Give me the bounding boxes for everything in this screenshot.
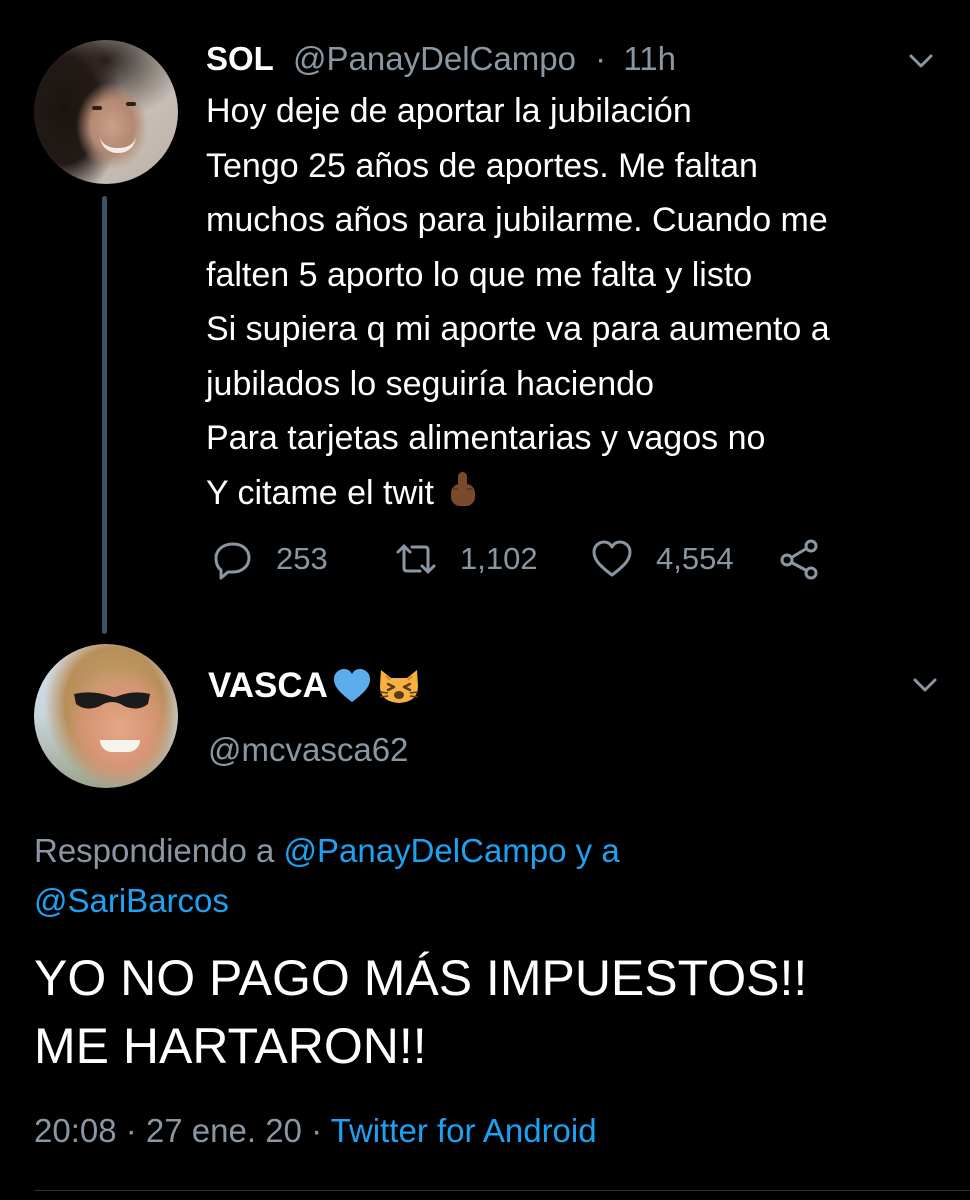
- tweet-date[interactable]: 27 ene. 20: [146, 1112, 302, 1149]
- weary-cat-icon: [376, 666, 422, 706]
- share-action[interactable]: [778, 535, 822, 583]
- replying-prefix: Respondiendo a: [34, 832, 284, 869]
- avatar-detail: [74, 692, 150, 709]
- retweet-icon: [394, 538, 438, 580]
- parent-tweet-header: SOL @PanayDelCampo · 11h: [206, 38, 676, 80]
- tweet-line: muchos años para jubilarme. Cuando me: [206, 201, 828, 239]
- retweet-action[interactable]: 1,102: [394, 535, 538, 583]
- parent-tweet-text: Hoy deje de aportar la jubilación Tengo …: [206, 84, 956, 526]
- meta-separator: ·: [301, 1112, 331, 1149]
- reply-display-name[interactable]: VASCA: [208, 664, 328, 708]
- chevron-down-icon[interactable]: [910, 670, 940, 700]
- replying-join: y a: [566, 832, 620, 869]
- tweet-line: Tengo 25 años de aportes. Me faltan: [206, 146, 758, 185]
- reply-tweet-text: YO NO PAGO MÁS IMPUESTOS!! ME HARTARON!!: [34, 944, 954, 1080]
- tweet-line: falten 5 aporto lo que me falta y listo: [206, 255, 753, 294]
- avatar-detail: [126, 102, 136, 106]
- blue-heart-icon: [332, 667, 372, 705]
- avatar-detail: [100, 136, 136, 153]
- reply-action[interactable]: 253: [212, 535, 328, 583]
- replying-user-link[interactable]: @PanayDelCampo: [284, 832, 567, 869]
- tweet-line: YO NO PAGO MÁS IMPUESTOS!!: [34, 950, 808, 1006]
- reply-handle[interactable]: @mcvasca62: [208, 728, 408, 772]
- tweet-line: Si supiera q mi aporte va para aumento a: [206, 310, 830, 348]
- tweet-line-text: Y citame el twit: [206, 473, 435, 512]
- divider: [34, 1190, 970, 1191]
- like-count: 4,554: [656, 541, 734, 576]
- replying-to: Respondiendo a @PanayDelCampo y a @SariB…: [34, 826, 954, 926]
- avatar-detail: [92, 106, 102, 110]
- tweet-line-last: Y citame el twit: [206, 466, 956, 527]
- reply-icon: [212, 538, 254, 580]
- chevron-down-icon[interactable]: [906, 46, 936, 76]
- tweet-line: Para tarjetas alimentarias y vagos no: [206, 419, 766, 457]
- tweet-time[interactable]: 20:08: [34, 1112, 117, 1149]
- retweet-count: 1,102: [460, 541, 538, 576]
- share-icon: [778, 538, 822, 580]
- reply-display-name-row: VASCA: [208, 664, 422, 708]
- avatar-vasca[interactable]: [34, 644, 178, 788]
- meta-separator: ·: [116, 1112, 146, 1149]
- avatar-detail: [100, 740, 140, 752]
- tweet-line: jubilados lo seguiría haciendo: [206, 364, 654, 403]
- middle-finger-icon: [446, 470, 480, 527]
- avatar-sol[interactable]: [34, 40, 178, 184]
- tweet-line: ME HARTARON!!: [34, 1018, 427, 1074]
- reply-count: 253: [276, 541, 328, 576]
- tweet-line: Hoy deje de aportar la jubilación: [206, 92, 692, 130]
- thread-connector-line: [102, 196, 107, 634]
- replying-user-link[interactable]: @SariBarcos: [34, 882, 229, 919]
- reply-tweet-meta: 20:08 · 27 ene. 20 · Twitter for Android: [34, 1108, 597, 1154]
- parent-display-name[interactable]: SOL: [206, 40, 274, 77]
- client-link[interactable]: Twitter for Android: [331, 1112, 597, 1149]
- parent-time[interactable]: 11h: [623, 40, 676, 77]
- heart-icon: [590, 538, 634, 580]
- meta-separator: ·: [595, 40, 607, 77]
- parent-handle[interactable]: @PanayDelCampo: [293, 40, 576, 77]
- like-action[interactable]: 4,554: [590, 535, 734, 583]
